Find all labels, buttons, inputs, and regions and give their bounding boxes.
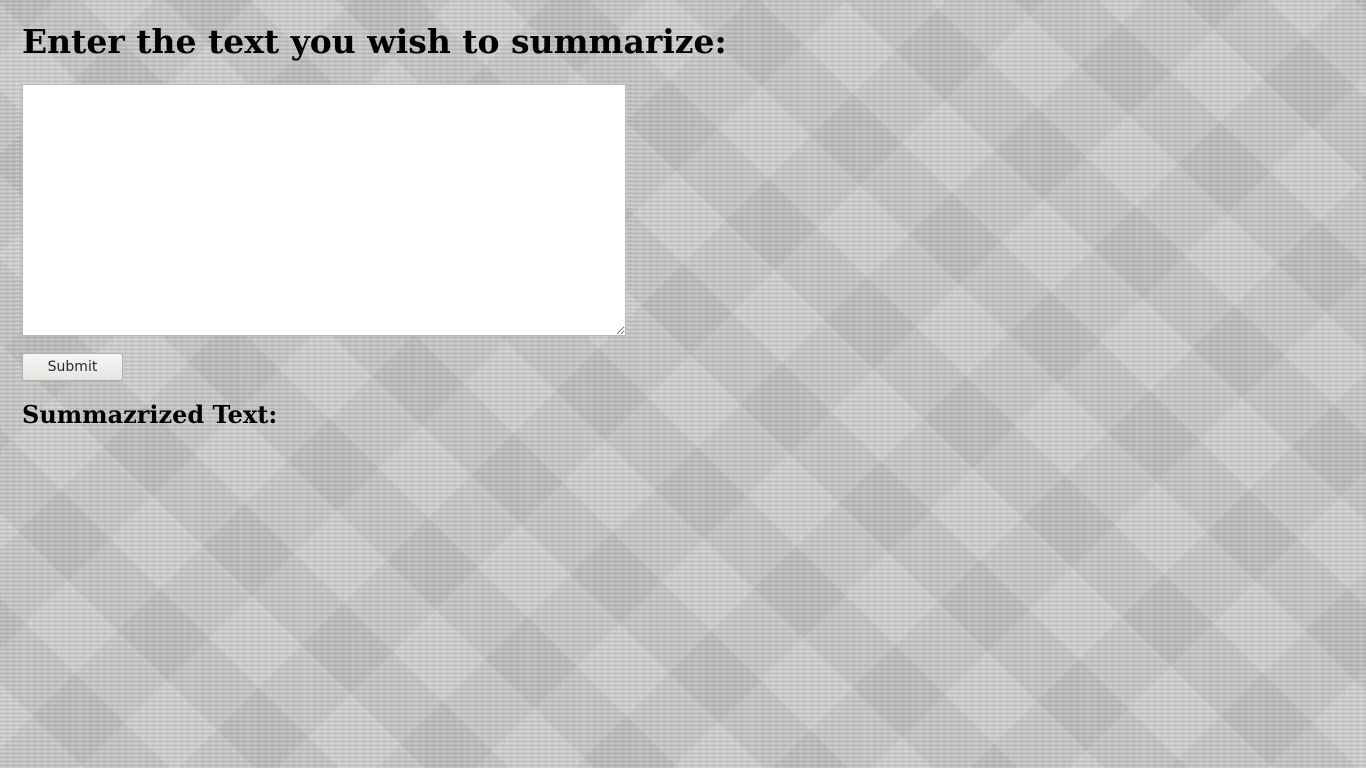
- text-input-area[interactable]: [22, 84, 626, 336]
- submit-button[interactable]: Submit: [22, 353, 123, 381]
- input-heading: Enter the text you wish to summarize:: [22, 22, 727, 61]
- summary-heading: Summazrized Text:: [22, 400, 278, 429]
- summary-output: [22, 440, 922, 460]
